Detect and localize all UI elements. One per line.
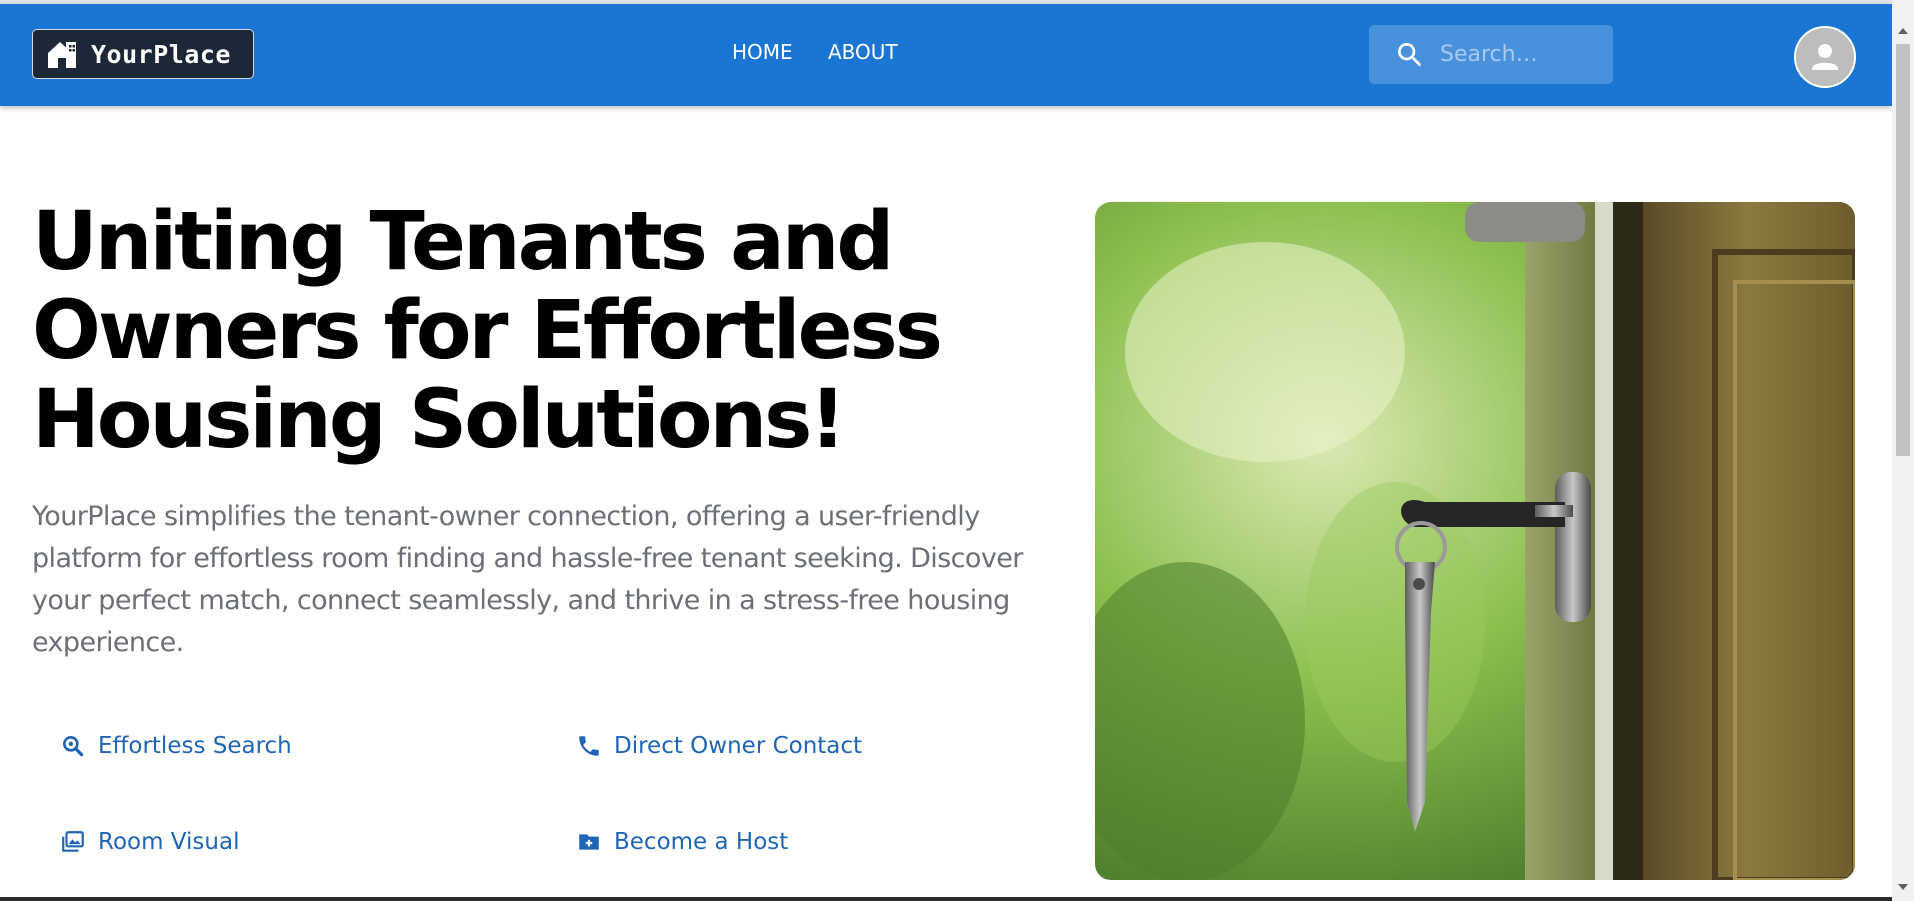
- hero-title: Uniting Tenants and Owners for Effortles…: [32, 195, 943, 467]
- search-box[interactable]: [1369, 25, 1613, 84]
- nav-home-link[interactable]: HOME: [732, 40, 793, 64]
- phone-icon: [579, 736, 599, 756]
- feature-effortless-search[interactable]: Effortless Search: [60, 733, 292, 759]
- feature-label: Become a Host: [614, 829, 789, 855]
- door-with-keys-photo: [1095, 202, 1855, 880]
- feature-room-visual[interactable]: Room Visual: [60, 829, 239, 855]
- nav-about-link[interactable]: ABOUT: [828, 40, 898, 64]
- hero-description: YourPlace simplifies the tenant-owner co…: [32, 501, 1023, 658]
- search-icon: [1398, 42, 1422, 66]
- feature-direct-owner-contact[interactable]: Direct Owner Contact: [576, 733, 862, 759]
- scroll-down-arrow-icon[interactable]: [1898, 884, 1908, 890]
- search-input[interactable]: [1438, 41, 1592, 68]
- folder-plus-icon: [579, 834, 599, 850]
- top-navbar: YourPlace HOME ABOUT: [0, 4, 1892, 106]
- feature-label: Direct Owner Contact: [614, 733, 863, 759]
- user-avatar-button[interactable]: [1794, 26, 1856, 88]
- feature-label: Room Visual: [98, 829, 240, 855]
- feature-label: Effortless Search: [98, 733, 292, 759]
- house-icon: [48, 42, 76, 68]
- feature-become-a-host[interactable]: Become a Host: [576, 829, 788, 855]
- account-circle-icon: [1796, 28, 1854, 86]
- logo-button[interactable]: YourPlace: [32, 29, 254, 79]
- image-gallery-icon: [62, 831, 84, 852]
- magnify-icon: [63, 736, 84, 757]
- vertical-scrollbar[interactable]: [1892, 0, 1914, 901]
- scrollbar-thumb[interactable]: [1896, 44, 1910, 456]
- scroll-up-arrow-icon[interactable]: [1898, 28, 1908, 34]
- hero-image: [1095, 202, 1855, 880]
- logo-text: YourPlace: [91, 39, 231, 69]
- window-bottom-border: [0, 897, 1892, 901]
